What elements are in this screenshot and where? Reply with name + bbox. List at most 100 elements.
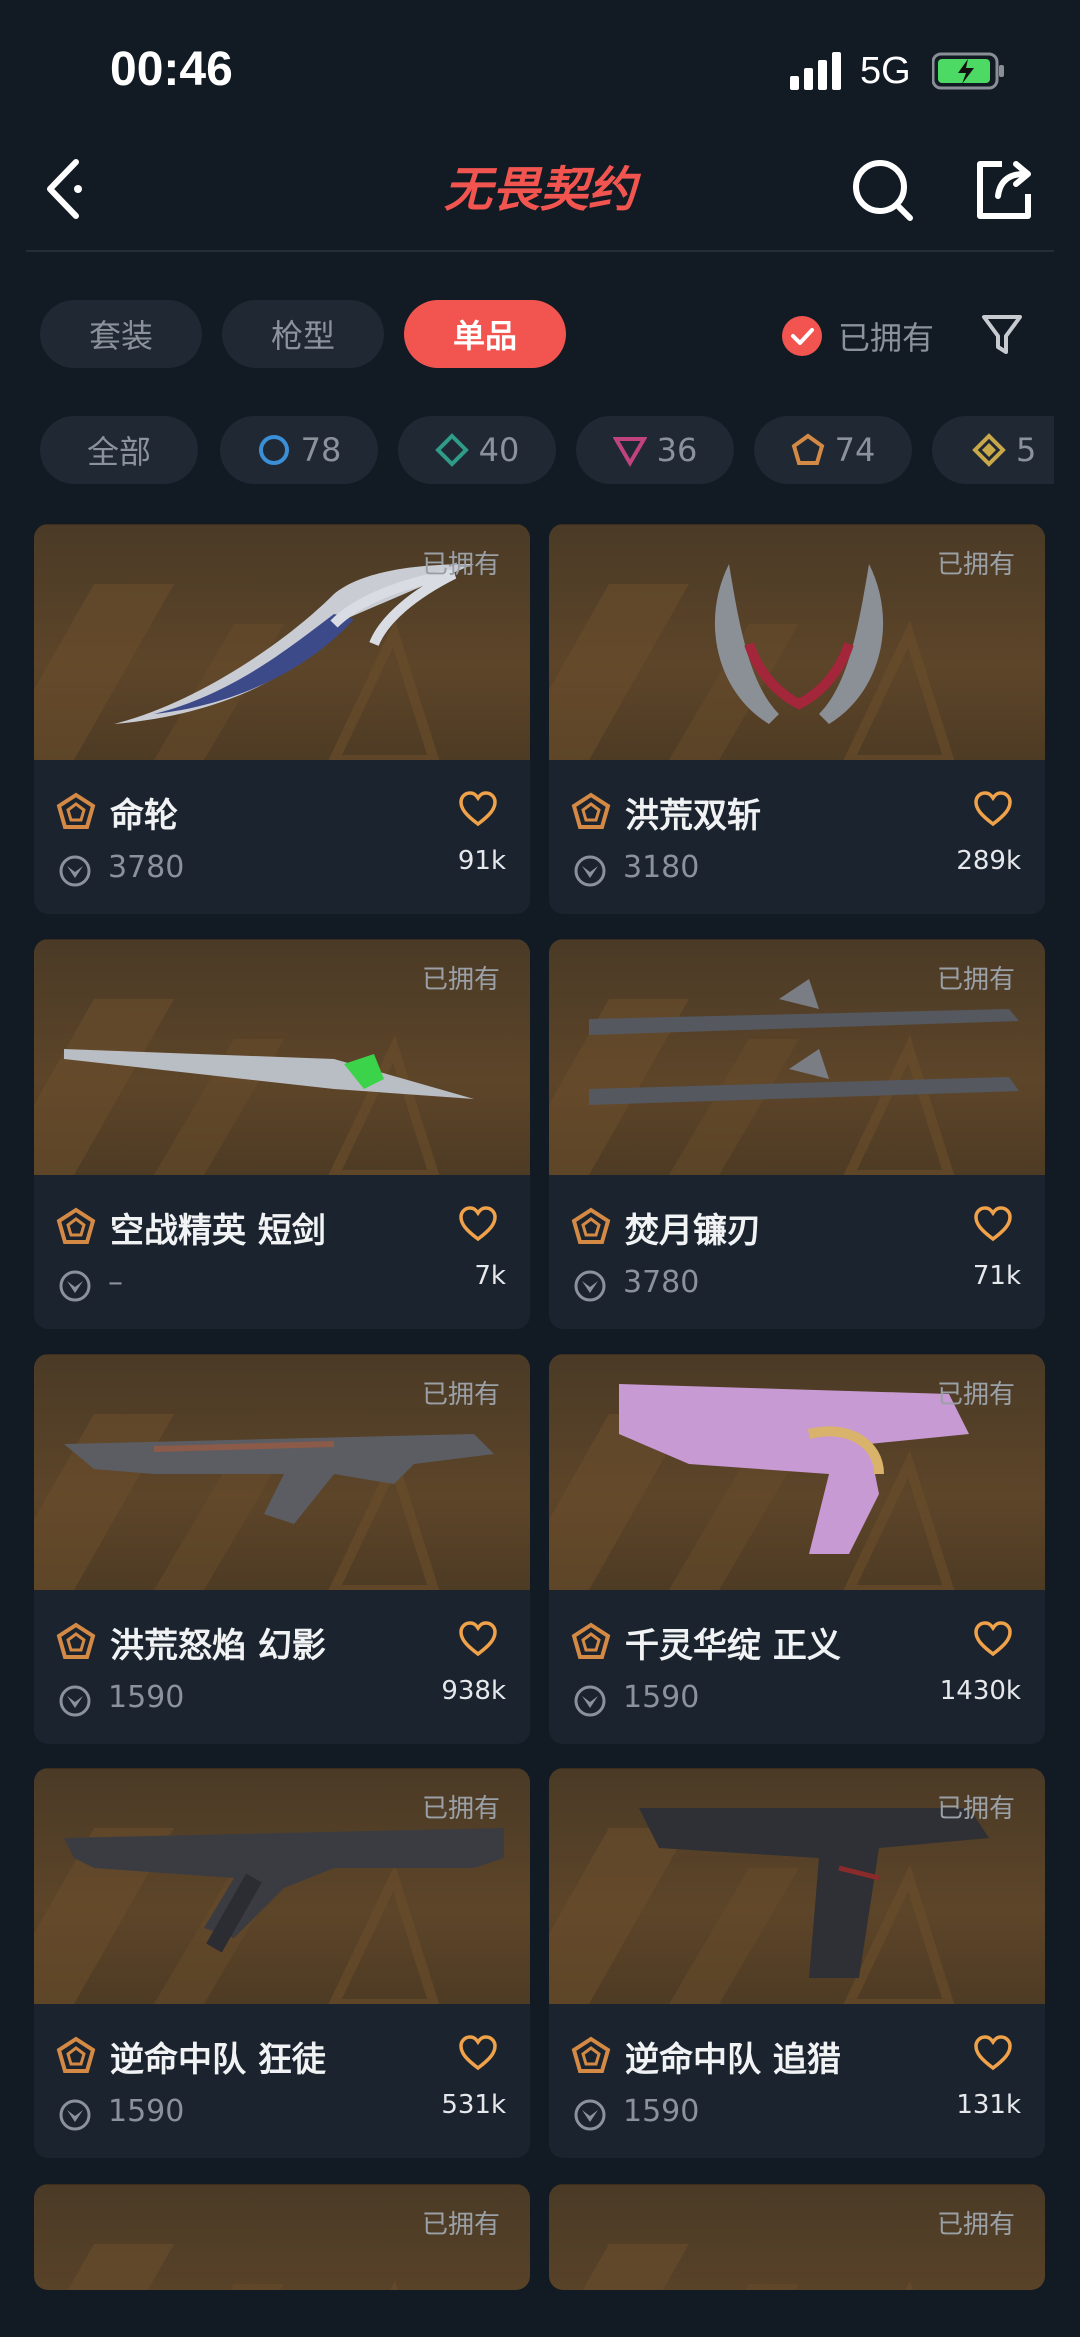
owned-tag: 已拥有 — [421, 965, 500, 995]
valorant-points-icon — [59, 1685, 91, 1717]
owned-filter-label: 已拥有 — [838, 319, 935, 357]
header-divider — [26, 250, 1054, 252]
heart-icon[interactable] — [458, 790, 498, 828]
item-image: 已拥有 — [34, 524, 530, 760]
tab-single-items[interactable]: 单品 — [404, 300, 566, 368]
checkbox-checked-icon[interactable] — [782, 316, 822, 356]
heart-icon[interactable] — [973, 2034, 1013, 2072]
exclusive-tier-icon — [571, 2036, 611, 2073]
ultra-tier-icon — [972, 433, 1006, 467]
exclusive-tier-icon — [56, 792, 96, 829]
valorant-points-icon — [59, 2099, 91, 2131]
chip-all[interactable]: 全部 — [40, 416, 198, 484]
heart-icon[interactable] — [458, 2034, 498, 2072]
owned-tag: 已拥有 — [936, 550, 1015, 580]
heart-icon[interactable] — [973, 790, 1013, 828]
item-card[interactable]: 已拥有 焚月镰刃 3780 71k — [549, 939, 1045, 1329]
valorant-points-icon — [59, 855, 91, 887]
item-card[interactable]: 已拥有 命轮 3780 91k — [34, 524, 530, 914]
like-count: 1430k — [939, 1676, 1021, 1706]
premium-tier-icon — [612, 437, 647, 467]
filter-icon[interactable] — [980, 312, 1024, 358]
owned-tag: 已拥有 — [936, 2210, 1015, 2240]
valorant-points-icon — [574, 2099, 606, 2131]
owned-tag: 已拥有 — [936, 965, 1015, 995]
item-card[interactable]: 已拥有 洪荒怒焰 幻影 1590 938k — [34, 1354, 530, 1744]
select-tier-icon — [258, 435, 289, 465]
like-count: 91k — [457, 846, 506, 876]
rarity-filter-bar: 全部 78 40 36 74 5 — [40, 416, 1054, 486]
exclusive-tier-icon — [56, 1207, 96, 1244]
signal-icon — [790, 52, 841, 90]
item-price: 3780 — [623, 1265, 700, 1300]
valorant-logo: 无畏契约 — [444, 162, 642, 218]
heart-icon[interactable] — [973, 1205, 1013, 1243]
item-name: 空战精英 短剑 — [110, 1211, 326, 1251]
item-card[interactable]: 已拥有 — [34, 2184, 530, 2290]
chip-select-tier[interactable]: 78 — [220, 416, 378, 484]
top-nav: 无畏契约 — [0, 130, 1080, 250]
item-image: 已拥有 — [549, 524, 1045, 760]
item-name: 洪荒双斩 — [625, 796, 761, 836]
status-bar: 00:46 5G — [0, 0, 1080, 130]
item-price: 1590 — [623, 2094, 700, 2129]
item-card[interactable]: 已拥有 逆命中队 狂徒 1590 531k — [34, 1768, 530, 2158]
item-image: 已拥有 — [34, 1354, 530, 1590]
like-count: 71k — [972, 1261, 1021, 1291]
chip-ultra-tier[interactable]: 5 — [932, 416, 1054, 484]
item-card[interactable]: 已拥有 空战精英 短剑 – 7k — [34, 939, 530, 1329]
network-label: 5G — [860, 50, 911, 92]
heart-icon[interactable] — [458, 1205, 498, 1243]
owned-tag: 已拥有 — [421, 1380, 500, 1410]
heart-icon[interactable] — [458, 1620, 498, 1658]
item-name: 千灵华绽 正义 — [625, 1626, 841, 1666]
like-count: 938k — [441, 1676, 506, 1706]
deluxe-tier-icon — [434, 433, 469, 467]
tab-weapon-types[interactable]: 枪型 — [222, 300, 384, 368]
exclusive-tier-icon — [56, 2036, 96, 2073]
exclusive-tier-icon — [571, 792, 611, 829]
item-image: 已拥有 — [549, 1354, 1045, 1590]
like-count: 531k — [441, 2090, 506, 2120]
share-icon[interactable] — [972, 154, 1034, 224]
exclusive-tier-icon — [56, 1622, 96, 1659]
exclusive-tier-icon — [571, 1207, 611, 1244]
back-icon[interactable] — [40, 154, 100, 224]
battery-charging-icon — [932, 52, 1004, 90]
item-image: 已拥有 — [34, 939, 530, 1175]
item-image: 已拥有 — [34, 1768, 530, 2004]
item-image: 已拥有 — [549, 939, 1045, 1175]
owned-tag: 已拥有 — [936, 1794, 1015, 1824]
chip-premium-tier[interactable]: 36 — [576, 416, 734, 484]
item-name: 焚月镰刃 — [625, 1211, 761, 1251]
heart-icon[interactable] — [973, 1620, 1013, 1658]
owned-tag: 已拥有 — [936, 1380, 1015, 1410]
owned-tag: 已拥有 — [421, 1794, 500, 1824]
like-count: 131k — [956, 2090, 1021, 2120]
tab-bundles[interactable]: 套装 — [40, 300, 202, 368]
owned-filter-toggle[interactable]: 已拥有 — [782, 308, 934, 364]
valorant-points-icon — [59, 1270, 91, 1302]
item-image: 已拥有 — [549, 1768, 1045, 2004]
item-card[interactable]: 已拥有 千灵华绽 正义 1590 1430k — [549, 1354, 1045, 1744]
like-count: 289k — [956, 846, 1021, 876]
valorant-points-icon — [574, 1685, 606, 1717]
item-card[interactable]: 已拥有 洪荒双斩 3180 289k — [549, 524, 1045, 914]
item-name: 逆命中队 追猎 — [625, 2040, 841, 2080]
item-price: 3780 — [108, 850, 185, 885]
chip-deluxe-tier[interactable]: 40 — [398, 416, 556, 484]
owned-tag: 已拥有 — [421, 2210, 500, 2240]
valorant-points-icon — [574, 1270, 606, 1302]
item-name: 命轮 — [110, 796, 178, 836]
item-name: 逆命中队 狂徒 — [110, 2040, 326, 2080]
item-card[interactable]: 已拥有 逆命中队 追猎 1590 131k — [549, 1768, 1045, 2158]
search-icon[interactable] — [850, 154, 916, 224]
item-price: – — [108, 1265, 123, 1300]
item-price: 1590 — [108, 1680, 185, 1715]
like-count: 7k — [474, 1261, 506, 1291]
item-price: 3180 — [623, 850, 700, 885]
exclusive-tier-icon — [571, 1622, 611, 1659]
owned-tag: 已拥有 — [421, 550, 500, 580]
chip-exclusive-tier[interactable]: 74 — [754, 416, 912, 484]
item-card[interactable]: 已拥有 — [549, 2184, 1045, 2290]
